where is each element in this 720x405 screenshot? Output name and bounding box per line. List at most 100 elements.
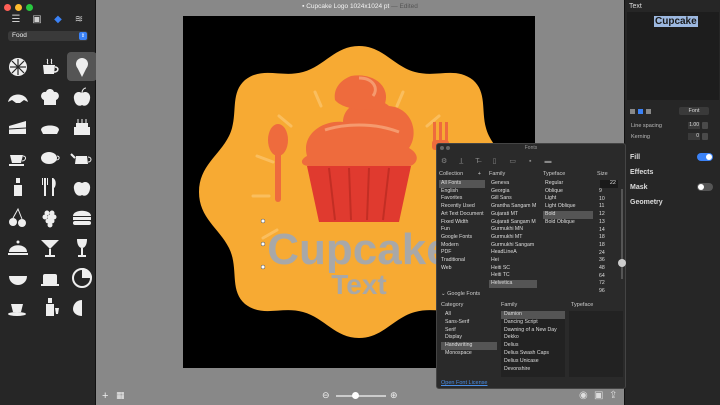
- bottle-icon[interactable]: [3, 172, 33, 201]
- text-preview-content[interactable]: Cupcake: [654, 16, 698, 27]
- list-icon[interactable]: ☰: [10, 13, 22, 25]
- ice-cream-icon[interactable]: [67, 52, 97, 81]
- gf-family-item[interactable]: Delius Unicase: [501, 358, 565, 366]
- open-font-license-link[interactable]: Open Font License: [441, 380, 487, 386]
- family-item[interactable]: Gill Sans: [489, 195, 537, 203]
- align-center-icon[interactable]: [638, 109, 643, 114]
- underline-icon[interactable]: I̲: [460, 158, 462, 165]
- family-item[interactable]: Grantha Sangam M: [489, 203, 537, 211]
- collection-item[interactable]: Web: [439, 265, 485, 273]
- font-button[interactable]: Font: [679, 107, 709, 115]
- cake-slice-icon[interactable]: [3, 112, 33, 141]
- size-item[interactable]: 48: [597, 265, 617, 273]
- line-spacing-stepper[interactable]: [702, 122, 708, 129]
- typeface-item[interactable]: Oblique: [543, 188, 593, 196]
- collection-item[interactable]: Recently Used: [439, 203, 485, 211]
- sub-text[interactable]: Text: [331, 269, 387, 300]
- chef-hat-icon[interactable]: [35, 82, 65, 111]
- kettle-icon[interactable]: [35, 262, 65, 291]
- fill-toggle[interactable]: [697, 153, 713, 161]
- orange-slice-icon[interactable]: [3, 52, 33, 81]
- gf-family-item[interactable]: Dawning of a New Day: [501, 327, 565, 335]
- family-item[interactable]: Gurmukhi MT: [489, 234, 537, 242]
- collection-item[interactable]: All Fonts: [439, 180, 485, 188]
- size-item[interactable]: 18: [597, 234, 617, 242]
- typeface-item[interactable]: Light Oblique: [543, 203, 593, 211]
- hamburger-icon[interactable]: [67, 202, 97, 231]
- mask-toggle[interactable]: [697, 183, 713, 191]
- family-item[interactable]: Gurmukhi MN: [489, 226, 537, 234]
- collection-item[interactable]: Traditional: [439, 257, 485, 265]
- size-item[interactable]: 24: [597, 250, 617, 258]
- gf-category-item[interactable]: Sans-Serif: [441, 319, 497, 327]
- image-icon[interactable]: ▣: [31, 13, 43, 25]
- family-item[interactable]: Gujarati MT: [489, 211, 537, 219]
- zoom-out-icon[interactable]: ⊖: [322, 390, 330, 401]
- cocktail-icon[interactable]: [35, 232, 65, 261]
- collection-item[interactable]: Modern: [439, 242, 485, 250]
- grapes-icon[interactable]: [35, 202, 65, 231]
- effects-label[interactable]: Effects: [630, 169, 653, 176]
- family-item[interactable]: Heiti SC: [489, 265, 537, 273]
- size-item[interactable]: 9: [597, 188, 617, 196]
- minimize-button[interactable]: [15, 4, 22, 11]
- zoom-slider-thumb[interactable]: [352, 392, 359, 399]
- size-item[interactable]: 72: [597, 280, 617, 288]
- export-icon[interactable]: ⇪: [609, 390, 617, 401]
- zoom-slider[interactable]: [336, 392, 386, 399]
- size-slider-thumb[interactable]: [618, 259, 626, 267]
- collection-item[interactable]: Fixed Width: [439, 219, 485, 227]
- serving-cloche-icon[interactable]: [3, 232, 33, 261]
- cherries-icon[interactable]: [3, 202, 33, 231]
- wine-glass-icon[interactable]: [67, 232, 97, 261]
- shape-tool-icon[interactable]: ▣: [594, 390, 603, 401]
- cupcake-text[interactable]: Cupcake: [267, 225, 450, 274]
- add-icon[interactable]: +: [102, 390, 108, 402]
- pie-icon[interactable]: [35, 112, 65, 141]
- size-item[interactable]: 12: [597, 211, 617, 219]
- add-collection-icon[interactable]: +: [478, 171, 485, 177]
- size-item[interactable]: 64: [597, 273, 617, 281]
- size-item[interactable]: 11: [597, 203, 617, 211]
- collection-item[interactable]: English: [439, 188, 485, 196]
- collection-item[interactable]: Fun: [439, 226, 485, 234]
- align-right-icon[interactable]: [646, 109, 651, 114]
- kerning-field[interactable]: 0: [688, 133, 700, 140]
- wine-bottle-icon[interactable]: [35, 292, 65, 321]
- gf-family-item[interactable]: Dancing Script: [501, 319, 565, 327]
- typeface-item[interactable]: Bold: [543, 210, 593, 219]
- strikethrough-icon[interactable]: T̶: [475, 158, 479, 165]
- shapes-icon[interactable]: ◆: [52, 13, 64, 25]
- collection-item[interactable]: PDF: [439, 249, 485, 257]
- family-item[interactable]: HeadLineA: [489, 249, 537, 257]
- shadow-slider-icon[interactable]: ▬: [544, 158, 551, 165]
- croissant-icon[interactable]: [3, 82, 33, 111]
- typeface-item[interactable]: Light: [543, 195, 593, 203]
- size-item[interactable]: 13: [597, 219, 617, 227]
- category-select[interactable]: Food ⇕: [8, 31, 88, 41]
- gf-category-item[interactable]: Display: [441, 334, 497, 342]
- typeface-item[interactable]: Bold Oblique: [543, 219, 593, 227]
- fork-knife-icon[interactable]: [35, 172, 65, 201]
- collection-item[interactable]: Google Fonts: [439, 234, 485, 242]
- layers-icon[interactable]: ≋: [73, 13, 85, 25]
- family-item[interactable]: Gujarati Sangam M: [489, 219, 537, 227]
- collection-item[interactable]: Favorites: [439, 195, 485, 203]
- kerning-stepper[interactable]: [702, 133, 708, 140]
- apple-2-icon[interactable]: [67, 172, 97, 201]
- text-color-icon[interactable]: ▯: [493, 157, 497, 165]
- size-item[interactable]: 14: [597, 227, 617, 235]
- text-preview[interactable]: Cupcake: [627, 12, 719, 100]
- typeface-item[interactable]: Regular: [543, 180, 593, 188]
- cup-saucer-icon[interactable]: [3, 292, 33, 321]
- lemon-icon[interactable]: [67, 292, 97, 321]
- bowl-icon[interactable]: [3, 262, 33, 291]
- align-left-icon[interactable]: [630, 109, 635, 114]
- pizza-icon[interactable]: [67, 262, 97, 291]
- gf-category-item[interactable]: Handwriting: [441, 342, 497, 350]
- family-item[interactable]: Hei: [489, 257, 537, 265]
- size-item[interactable]: 18: [597, 242, 617, 250]
- gf-category-item[interactable]: All: [441, 311, 497, 319]
- size-item[interactable]: 96: [597, 288, 617, 296]
- family-item[interactable]: Helvetica: [489, 280, 537, 288]
